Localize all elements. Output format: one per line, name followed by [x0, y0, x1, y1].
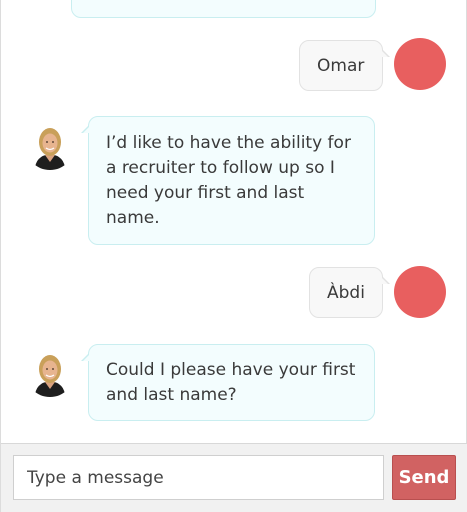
user-message: Àbdi — [309, 267, 390, 318]
previous-agent-message — [71, 0, 376, 18]
user-message-text: Omar — [317, 56, 365, 76]
agent-message: I’d like to have the ability for a recru… — [81, 116, 375, 245]
agent-photo-icon — [25, 347, 75, 397]
user-message: Omar — [299, 40, 390, 91]
agent-avatar — [25, 347, 75, 397]
chat-transcript[interactable]: Omar I’d like to have the ability for a … — [1, 0, 467, 443]
chat-window: Omar I’d like to have the ability for a … — [0, 0, 467, 512]
agent-message-text: Could I please have your first and last … — [106, 360, 356, 405]
user-message-text: Àbdi — [327, 283, 365, 303]
user-avatar — [394, 38, 446, 90]
agent-message-text: I’d like to have the ability for a recru… — [106, 133, 351, 228]
agent-photo-icon — [25, 120, 75, 170]
message-composer: Send — [1, 443, 467, 512]
send-button[interactable]: Send — [392, 455, 456, 500]
message-input[interactable] — [13, 455, 384, 500]
agent-message: Could I please have your first and last … — [81, 344, 375, 421]
user-avatar — [394, 266, 446, 318]
agent-avatar — [25, 120, 75, 170]
